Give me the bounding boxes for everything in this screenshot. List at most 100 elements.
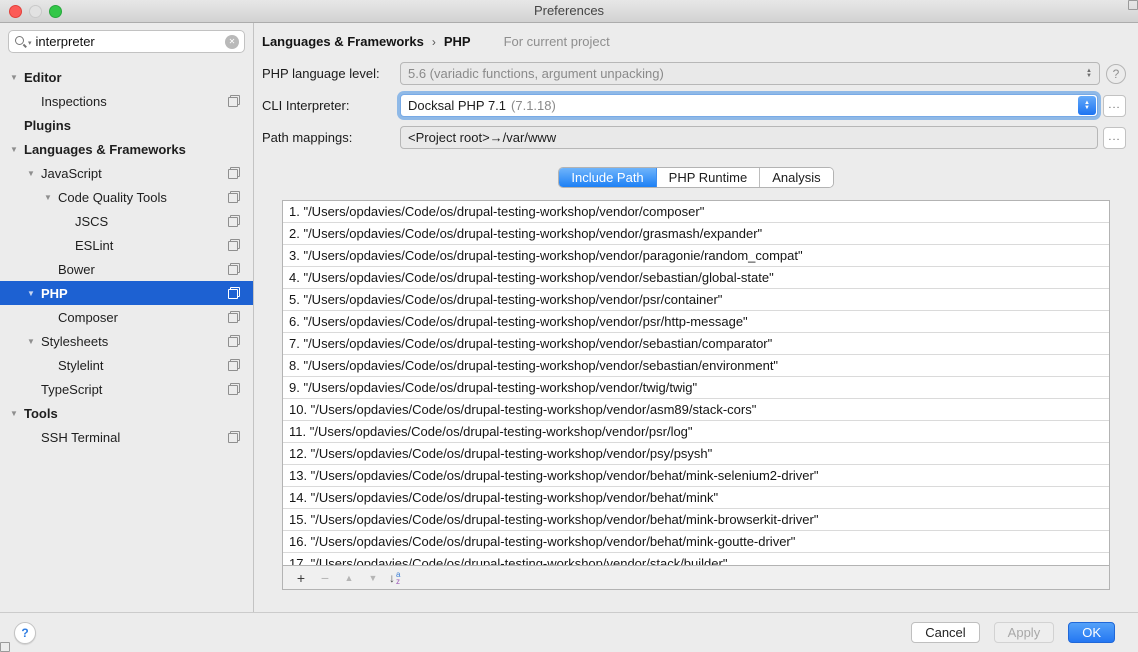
sidebar-item-label: Stylesheets — [41, 334, 108, 349]
window-title: Preferences — [0, 0, 1138, 22]
sidebar-item-editor[interactable]: ▼ Editor — [0, 65, 253, 89]
traffic-lights — [9, 5, 62, 18]
help-button[interactable]: ? — [14, 622, 36, 644]
language-level-label: PHP language level: — [262, 66, 400, 81]
sidebar-item-label: Inspections — [41, 94, 107, 109]
include-path-row[interactable]: 1. "/Users/opdavies/Code/os/drupal-testi… — [283, 201, 1109, 223]
sidebar-item-plugins[interactable]: Plugins — [0, 113, 253, 137]
include-path-row[interactable]: 15. "/Users/opdavies/Code/os/drupal-test… — [283, 509, 1109, 531]
expand-arrow-icon[interactable]: ▼ — [8, 409, 20, 418]
include-path-row[interactable]: 9. "/Users/opdavies/Code/os/drupal-testi… — [283, 377, 1109, 399]
sidebar-item-label: Editor — [24, 70, 62, 85]
sidebar-item-ssh-terminal[interactable]: SSH Terminal — [0, 425, 253, 449]
sidebar-item-languages-frameworks[interactable]: ▼ Languages & Frameworks — [0, 137, 253, 161]
sidebar-item-label: Tools — [24, 406, 58, 421]
tab-include-path[interactable]: Include Path — [559, 168, 656, 187]
sidebar-item-label: Composer — [58, 310, 118, 325]
path-mappings-browse-button[interactable]: ... — [1103, 127, 1126, 149]
sidebar-item-stylelint[interactable]: Stylelint — [0, 353, 253, 377]
preferences-window: Preferences ▾ interpreter ▼ Editor Inspect… — [0, 0, 1138, 652]
project-scope-icon — [228, 311, 240, 323]
project-scope-icon — [228, 383, 240, 395]
project-scope-icon — [228, 359, 240, 371]
zoom-window-button[interactable] — [49, 5, 62, 18]
sidebar-item-code-quality-tools[interactable]: ▼ Code Quality Tools — [0, 185, 253, 209]
include-path-row[interactable]: 17. "/Users/opdavies/Code/os/drupal-test… — [283, 553, 1109, 566]
language-level-select[interactable]: 5.6 (variadic functions, argument unpack… — [400, 62, 1100, 85]
include-path-row[interactable]: 14. "/Users/opdavies/Code/os/drupal-test… — [283, 487, 1109, 509]
apply-button[interactable]: Apply — [994, 622, 1055, 643]
sidebar-item-jscs[interactable]: JSCS — [0, 209, 253, 233]
project-scope-icon — [228, 431, 240, 443]
tab-php-runtime[interactable]: PHP Runtime — [657, 168, 761, 187]
include-path-row[interactable]: 7. "/Users/opdavies/Code/os/drupal-testi… — [283, 333, 1109, 355]
remove-path-button[interactable]: − — [313, 567, 337, 589]
expand-arrow-icon[interactable]: ▼ — [25, 169, 37, 178]
ok-button[interactable]: OK — [1068, 622, 1115, 643]
tab-analysis[interactable]: Analysis — [760, 168, 832, 187]
settings-search-input[interactable]: ▾ interpreter — [8, 30, 245, 53]
sidebar-item-label: Code Quality Tools — [58, 190, 167, 205]
language-level-row: PHP language level: 5.6 (variadic functi… — [254, 62, 1138, 85]
cli-interpreter-version: (7.1.18) — [511, 98, 556, 113]
project-scope-icon — [228, 287, 240, 299]
project-scope-icon — [228, 263, 240, 275]
sidebar-item-inspections[interactable]: Inspections — [0, 89, 253, 113]
sidebar-item-php[interactable]: ▼ PHP — [0, 281, 253, 305]
include-path-row[interactable]: 5. "/Users/opdavies/Code/os/drupal-testi… — [283, 289, 1109, 311]
chevron-updown-icon[interactable]: ▲▼ — [1078, 96, 1096, 115]
move-down-button[interactable]: ▼ — [361, 567, 385, 589]
include-path-row[interactable]: 10. "/Users/opdavies/Code/os/drupal-test… — [283, 399, 1109, 421]
include-path-list[interactable]: 1. "/Users/opdavies/Code/os/drupal-testi… — [282, 200, 1110, 566]
path-mappings-label: Path mappings: — [262, 130, 400, 145]
sort-alphabetically-icon[interactable]: ↓az — [389, 571, 400, 585]
cli-interpreter-browse-button[interactable]: ... — [1103, 95, 1126, 117]
language-level-help-icon[interactable]: ? — [1106, 64, 1126, 84]
expand-arrow-icon[interactable]: ▼ — [25, 337, 37, 346]
project-scope-icon — [228, 95, 240, 107]
expand-arrow-icon[interactable]: ▼ — [42, 193, 54, 202]
search-filter-caret-icon[interactable]: ▾ — [28, 39, 32, 47]
add-path-button[interactable]: + — [289, 567, 313, 589]
cancel-button[interactable]: Cancel — [911, 622, 979, 643]
sidebar-item-label: Stylelint — [58, 358, 104, 373]
include-path-row[interactable]: 12. "/Users/opdavies/Code/os/drupal-test… — [283, 443, 1109, 465]
include-path-row[interactable]: 3. "/Users/opdavies/Code/os/drupal-testi… — [283, 245, 1109, 267]
clear-search-icon[interactable] — [225, 35, 239, 49]
expand-arrow-icon[interactable]: ▼ — [8, 145, 20, 154]
sidebar-item-tools[interactable]: ▼ Tools — [0, 401, 253, 425]
close-window-button[interactable] — [9, 5, 22, 18]
path-mappings-field[interactable]: <Project root>→/var/www — [400, 126, 1098, 149]
include-path-row[interactable]: 16. "/Users/opdavies/Code/os/drupal-test… — [283, 531, 1109, 553]
chevron-updown-icon: ▲▼ — [1081, 69, 1097, 79]
sidebar-item-composer[interactable]: Composer — [0, 305, 253, 329]
expand-arrow-icon[interactable]: ▼ — [25, 289, 37, 298]
sidebar-item-bower[interactable]: Bower — [0, 257, 253, 281]
sidebar-item-stylesheets[interactable]: ▼ Stylesheets — [0, 329, 253, 353]
sidebar-item-typescript[interactable]: TypeScript — [0, 377, 253, 401]
scope-label: For current project — [504, 34, 610, 49]
include-path-row[interactable]: 6. "/Users/opdavies/Code/os/drupal-testi… — [283, 311, 1109, 333]
sidebar-item-label: Plugins — [24, 118, 71, 133]
expand-arrow-icon[interactable]: ▼ — [8, 73, 20, 82]
include-path-row[interactable]: 13. "/Users/opdavies/Code/os/drupal-test… — [283, 465, 1109, 487]
sidebar-item-label: TypeScript — [41, 382, 102, 397]
include-path-row[interactable]: 8. "/Users/opdavies/Code/os/drupal-testi… — [283, 355, 1109, 377]
sidebar-item-label: Languages & Frameworks — [24, 142, 186, 157]
sidebar-item-eslint[interactable]: ESLint — [0, 233, 253, 257]
sidebar-item-label: PHP — [41, 286, 68, 301]
include-path-row[interactable]: 2. "/Users/opdavies/Code/os/drupal-testi… — [283, 223, 1109, 245]
cli-interpreter-label: CLI Interpreter: — [262, 98, 400, 113]
breadcrumb-languages-frameworks[interactable]: Languages & Frameworks — [262, 34, 424, 49]
search-icon — [15, 35, 27, 48]
include-path-row[interactable]: 11. "/Users/opdavies/Code/os/drupal-test… — [283, 421, 1109, 443]
language-level-value: 5.6 (variadic functions, argument unpack… — [408, 66, 1081, 81]
project-scope-icon — [487, 36, 499, 48]
cli-interpreter-select[interactable]: Docksal PHP 7.1(7.1.18) ▲▼ — [400, 94, 1098, 117]
dialog-footer: ? Cancel Apply OK — [0, 612, 1138, 652]
project-scope-icon — [228, 167, 240, 179]
search-query-text[interactable]: interpreter — [36, 34, 225, 49]
sidebar-item-javascript[interactable]: ▼JavaScript — [0, 161, 253, 185]
include-path-row[interactable]: 4. "/Users/opdavies/Code/os/drupal-testi… — [283, 267, 1109, 289]
move-up-button[interactable]: ▲ — [337, 567, 361, 589]
